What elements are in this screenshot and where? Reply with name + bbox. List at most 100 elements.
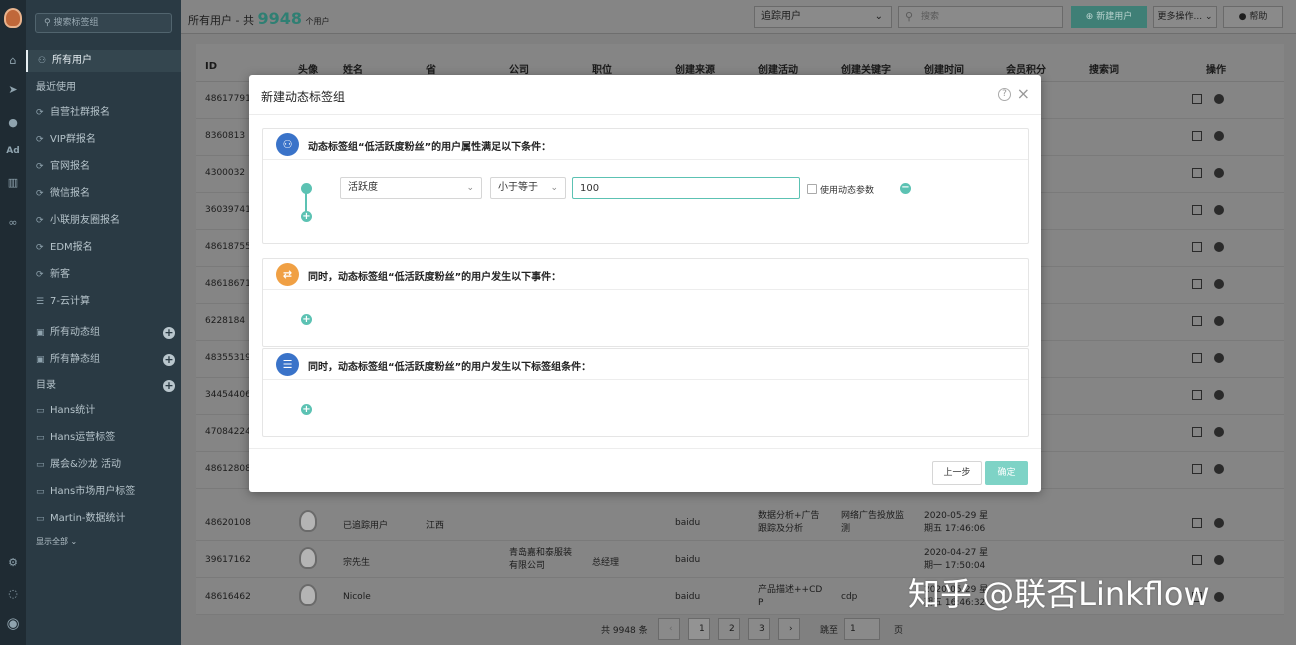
gear-icon[interactable]: [1214, 131, 1224, 141]
sidebar-item-recent[interactable]: ⟳ 小联朋友圈报名: [26, 210, 181, 232]
pager-goto-input[interactable]: 1: [844, 618, 880, 640]
edit-icon[interactable]: [1192, 205, 1202, 215]
close-icon[interactable]: ×: [1017, 84, 1030, 103]
gear-icon[interactable]: [1214, 464, 1224, 474]
new-user-button[interactable]: ⊕ 新建用户: [1071, 6, 1147, 28]
gear-icon[interactable]: [1214, 555, 1224, 565]
edit-icon[interactable]: [1192, 316, 1202, 326]
user-search-input[interactable]: ⚲ 搜索: [898, 6, 1063, 28]
track-select-value: 追踪用户: [761, 11, 801, 22]
sidebar-item-recent[interactable]: ⟳ VIP群报名: [26, 129, 181, 151]
column-header[interactable]: 创建来源: [675, 61, 715, 76]
sidebar-item-directory[interactable]: 目录 +: [26, 375, 181, 397]
sidebar-item-static-groups[interactable]: ▣ 所有静态组 +: [26, 349, 181, 371]
edit-icon[interactable]: [1192, 464, 1202, 474]
chat-icon[interactable]: ◌: [0, 587, 26, 600]
gear-icon[interactable]: [1214, 205, 1224, 215]
condition-value-input[interactable]: [572, 177, 800, 199]
column-header[interactable]: 公司: [509, 61, 529, 76]
gear-icon[interactable]: [1214, 94, 1224, 104]
edit-icon[interactable]: [1192, 390, 1202, 400]
edit-icon[interactable]: [1192, 168, 1202, 178]
edit-icon[interactable]: [1192, 94, 1202, 104]
gear-icon[interactable]: [1214, 427, 1224, 437]
sidebar-item-all-users[interactable]: ⚇ 所有用户: [26, 50, 181, 72]
remove-condition-icon[interactable]: −: [900, 183, 911, 194]
pager-page-button[interactable]: 2: [718, 618, 740, 640]
column-header[interactable]: 创建时间: [924, 61, 964, 76]
column-header[interactable]: 搜索词: [1089, 61, 1119, 76]
link-icon[interactable]: ∞: [0, 216, 26, 229]
cell-name[interactable]: Nicole: [343, 592, 371, 602]
previous-step-button[interactable]: 上一步: [932, 461, 982, 485]
gear-icon[interactable]: [1214, 592, 1224, 602]
table-row[interactable]: 48620108 已追踪用户 江西 baidu 数据分析+广告 跟踪及分析 网络…: [196, 504, 1284, 541]
edit-icon[interactable]: [1192, 518, 1202, 528]
column-header[interactable]: 创建活动: [758, 61, 798, 76]
attribute-select[interactable]: 活跃度 ⌄: [340, 177, 482, 199]
gear-icon[interactable]: ⚙: [0, 556, 26, 569]
column-header[interactable]: 头像: [298, 61, 318, 76]
edit-icon[interactable]: [1192, 353, 1202, 363]
pager-next-button[interactable]: ›: [778, 618, 800, 640]
sidebar-item-folder[interactable]: ▭ 展会&沙龙 活动: [26, 454, 181, 476]
edit-icon[interactable]: [1192, 427, 1202, 437]
dynamic-param-checkbox[interactable]: [807, 184, 817, 194]
show-all-link[interactable]: 显示全部 ⌄: [26, 531, 181, 553]
sidebar-item-recent[interactable]: ⟳ 微信报名: [26, 183, 181, 205]
sidebar-item-dynamic-groups[interactable]: ▣ 所有动态组 +: [26, 322, 181, 344]
sidebar-item-folder[interactable]: ▭ Martin-数据统计: [26, 508, 181, 530]
add-event-icon[interactable]: +: [301, 314, 312, 325]
add-static-group-icon[interactable]: +: [163, 354, 175, 366]
sidebar-item-recent[interactable]: ⟳ 官网报名: [26, 156, 181, 178]
column-header[interactable]: 职位: [592, 61, 612, 76]
user-icon[interactable]: ●: [0, 116, 26, 129]
column-header[interactable]: ID: [205, 61, 217, 72]
column-header[interactable]: 姓名: [343, 61, 363, 76]
track-user-select[interactable]: 追踪用户 ⌄: [754, 6, 892, 28]
column-header[interactable]: 省: [426, 61, 436, 76]
edit-icon[interactable]: [1192, 555, 1202, 565]
gear-icon[interactable]: [1214, 242, 1224, 252]
edit-icon[interactable]: [1192, 279, 1202, 289]
gear-icon[interactable]: [1214, 390, 1224, 400]
gear-icon[interactable]: [1214, 316, 1224, 326]
sidebar-item-folder[interactable]: ▭ Hans市场用户标签: [26, 481, 181, 503]
tag-search-input[interactable]: ⚲ 搜索标签组: [35, 13, 172, 33]
pager-page-button[interactable]: 1: [688, 618, 710, 640]
column-header[interactable]: 创建关键字: [841, 61, 891, 76]
operator-select[interactable]: 小于等于 ⌄: [490, 177, 566, 199]
ad-icon[interactable]: Ad: [0, 146, 26, 156]
cell-name[interactable]: 已追踪用户: [343, 518, 388, 531]
bar-chart-icon[interactable]: ▥: [0, 176, 26, 189]
send-icon[interactable]: ➤: [0, 83, 26, 96]
edit-icon[interactable]: [1192, 242, 1202, 252]
cell-name[interactable]: 宗先生: [343, 555, 370, 568]
gear-icon[interactable]: [1214, 518, 1224, 528]
sidebar-item-folder[interactable]: ▭ Hans运营标签: [26, 427, 181, 449]
pager-page-button[interactable]: 3: [748, 618, 770, 640]
help-button[interactable]: ● 帮助: [1223, 6, 1283, 28]
edit-icon[interactable]: [1192, 131, 1202, 141]
gear-icon[interactable]: [1214, 279, 1224, 289]
column-header[interactable]: 会员积分: [1006, 61, 1046, 76]
sidebar-item-recent[interactable]: ⟳ EDM报名: [26, 237, 181, 259]
sidebar-item-recent[interactable]: ⟳ 自营社群报名: [26, 102, 181, 124]
sidebar-item-recent[interactable]: ☰ 7-云计算: [26, 291, 181, 313]
sidebar-item-recent[interactable]: ⟳ 新客: [26, 264, 181, 286]
chevron-down-icon: ⌄: [874, 11, 883, 22]
add-dynamic-group-icon[interactable]: +: [163, 327, 175, 339]
gear-icon[interactable]: [1214, 168, 1224, 178]
more-actions-button[interactable]: 更多操作... ⌄: [1153, 6, 1217, 28]
pager-prev-button[interactable]: ‹: [658, 618, 680, 640]
home-icon[interactable]: ⌂: [0, 54, 26, 67]
section-title: 同时，动态标签组“低活跃度粉丝”的用户发生以下标签组条件：: [308, 362, 592, 373]
sidebar-item-folder[interactable]: ▭ Hans统计: [26, 400, 181, 422]
add-tag-group-condition-icon[interactable]: +: [301, 404, 312, 415]
avatar-icon[interactable]: ◉: [0, 614, 26, 632]
question-icon[interactable]: ?: [998, 88, 1011, 101]
add-directory-icon[interactable]: +: [163, 380, 175, 392]
confirm-button[interactable]: 确定: [985, 461, 1028, 485]
add-condition-icon[interactable]: +: [301, 211, 312, 222]
gear-icon[interactable]: [1214, 353, 1224, 363]
